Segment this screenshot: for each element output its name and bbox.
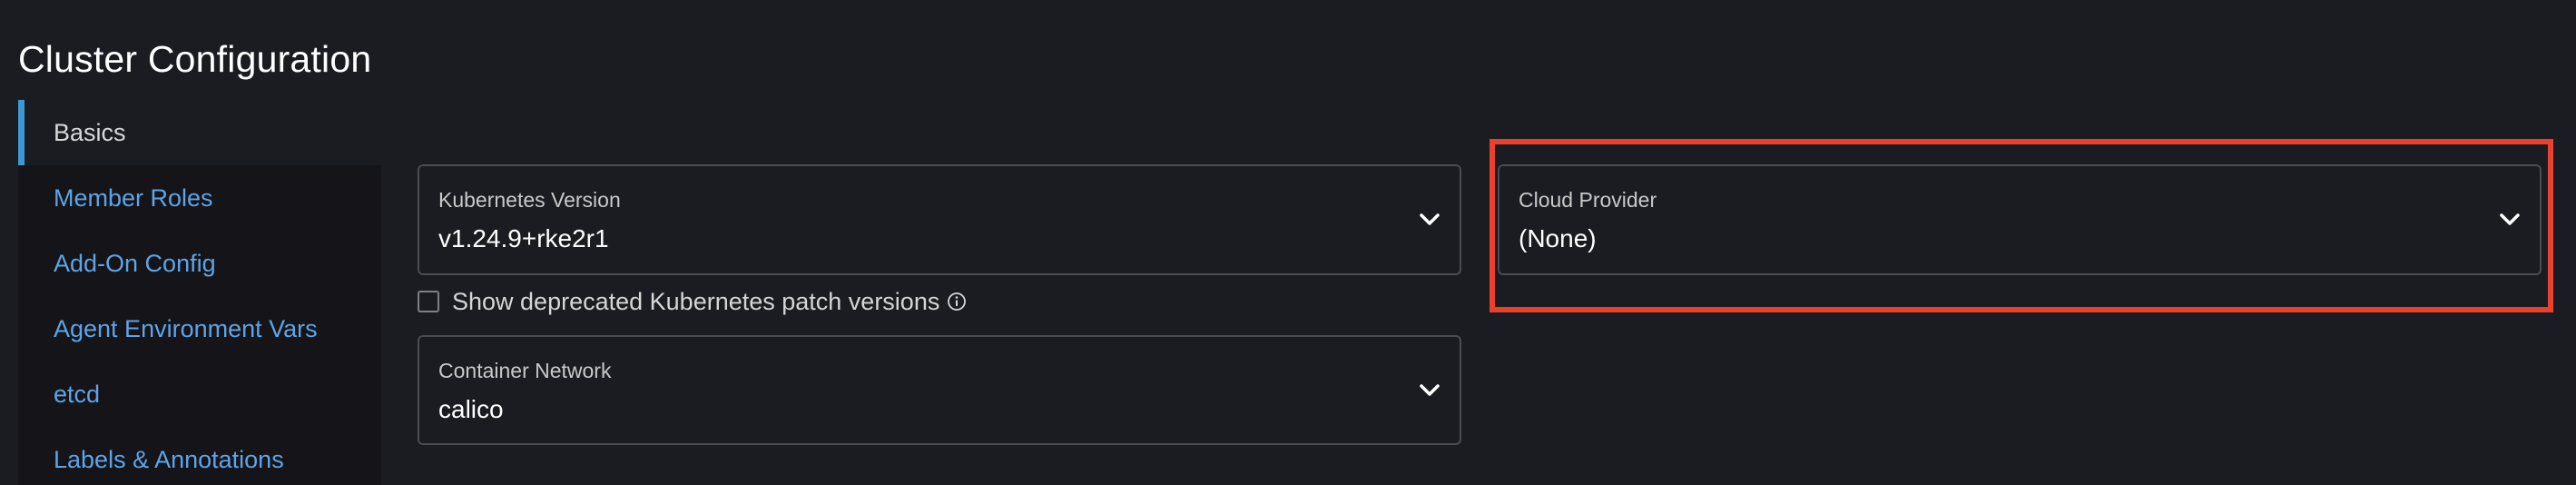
kubernetes-version-select[interactable]: Kubernetes Version v1.24.9+rke2r1 <box>418 164 1461 275</box>
chevron-down-icon <box>1420 213 1440 225</box>
container-network-value: calico <box>438 395 504 423</box>
sidebar-item-basics[interactable]: Basics <box>18 100 381 165</box>
cluster-configuration-page: Cluster Configuration Basics Member Role… <box>0 0 2576 485</box>
sidebar-item-agent-environment-vars[interactable]: Agent Environment Vars <box>18 296 381 361</box>
cloud-provider-select[interactable]: Cloud Provider (None) <box>1498 164 2542 275</box>
container-network-select[interactable]: Container Network calico <box>418 335 1461 445</box>
kubernetes-version-label: Kubernetes Version <box>438 188 621 212</box>
kubernetes-version-value: v1.24.9+rke2r1 <box>438 224 609 252</box>
sidebar-item-member-roles[interactable]: Member Roles <box>18 165 381 231</box>
sidebar-item-add-on-config[interactable]: Add-On Config <box>18 231 381 296</box>
show-deprecated-checkbox-row[interactable]: Show deprecated Kubernetes patch version… <box>418 285 967 318</box>
show-deprecated-label: Show deprecated Kubernetes patch version… <box>452 287 940 315</box>
sidebar-item-labels-annotations[interactable]: Labels & Annotations <box>18 427 381 485</box>
info-icon[interactable] <box>947 292 967 312</box>
container-network-label: Container Network <box>438 359 612 382</box>
sidebar-item-etcd[interactable]: etcd <box>18 361 381 427</box>
basics-panel: Kubernetes Version v1.24.9+rke2r1 Show d… <box>381 100 2576 485</box>
page-title: Cluster Configuration <box>18 38 372 80</box>
cloud-provider-value: (None) <box>1519 224 1597 252</box>
show-deprecated-checkbox[interactable] <box>418 291 439 312</box>
chevron-down-icon <box>2500 213 2520 225</box>
chevron-down-icon <box>1420 383 1440 396</box>
cloud-provider-label: Cloud Provider <box>1519 188 1657 212</box>
sidebar-nav: Basics Member Roles Add-On Config Agent … <box>18 100 381 485</box>
